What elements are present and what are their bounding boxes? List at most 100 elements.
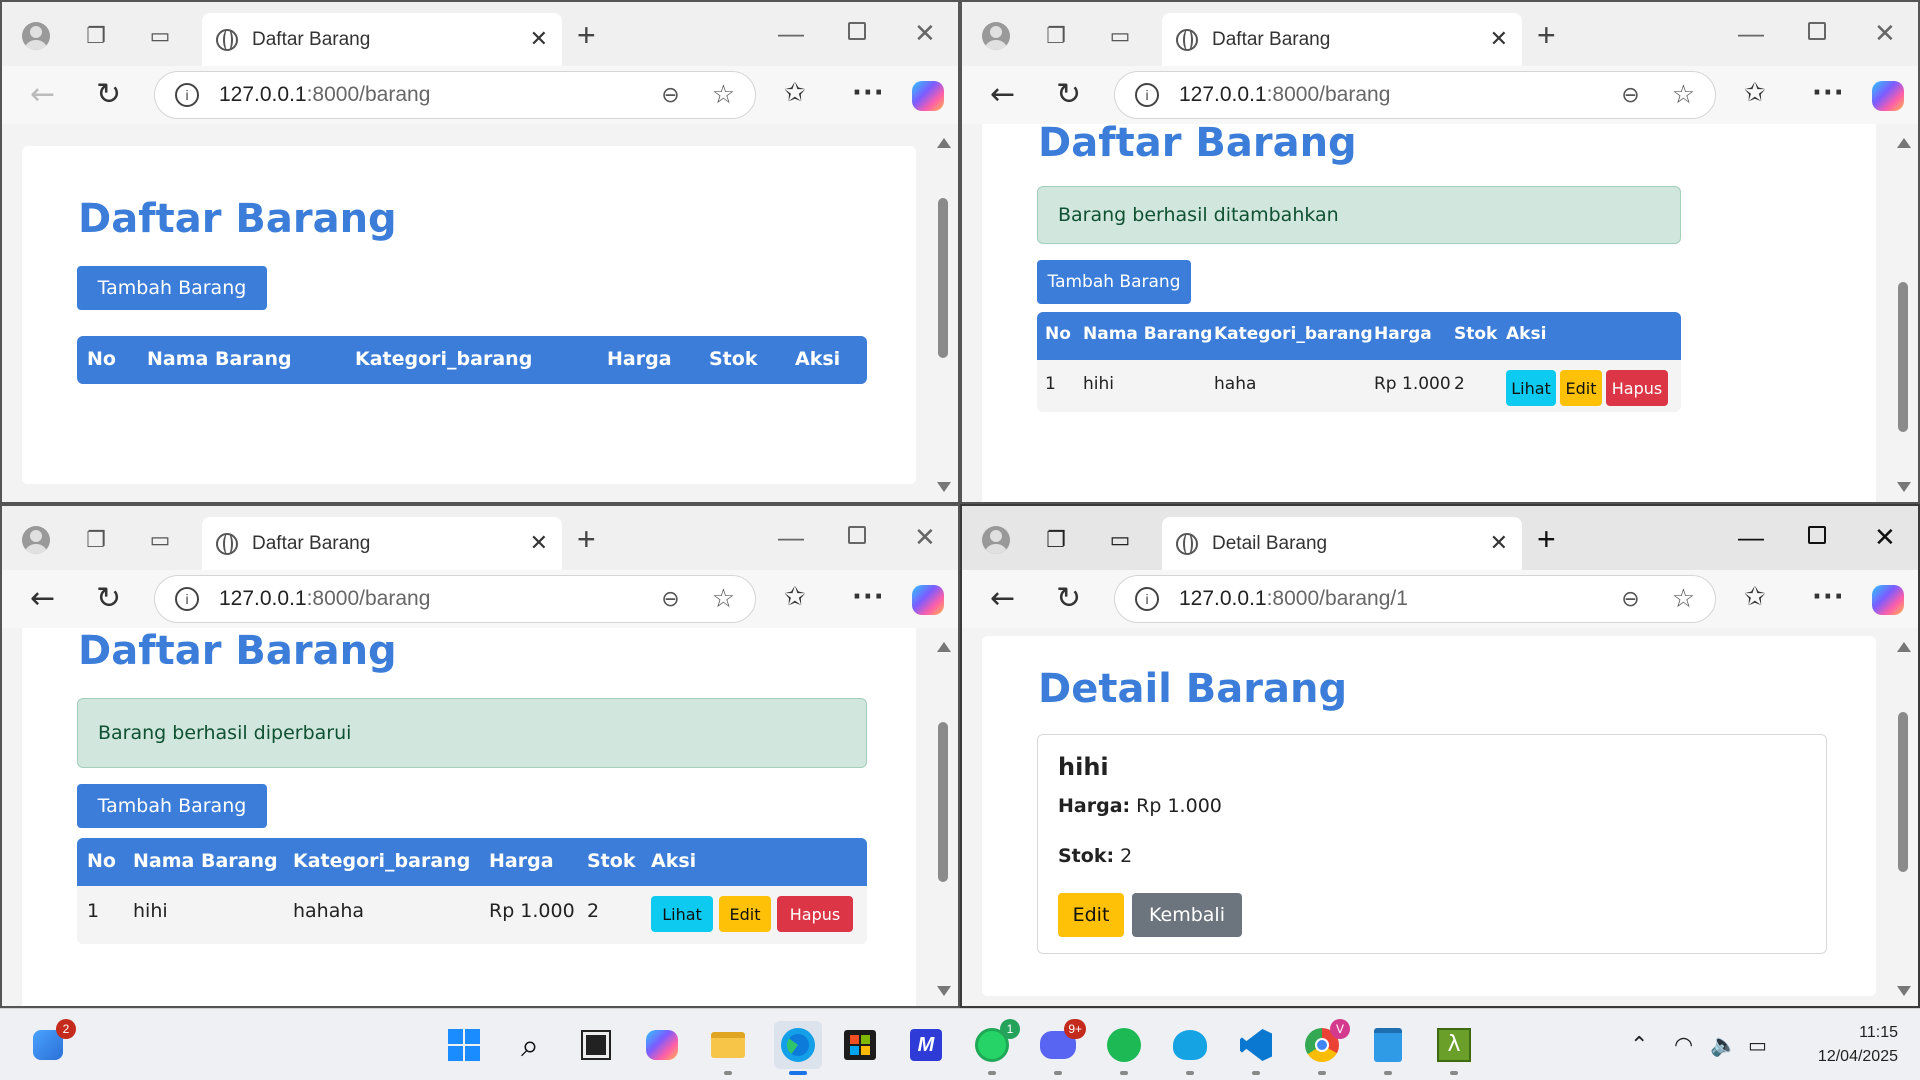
workspaces-icon[interactable]: ❐ — [1040, 524, 1072, 556]
close-tab-icon[interactable]: ✕ — [1490, 531, 1508, 556]
new-tab-icon[interactable]: + — [1537, 523, 1556, 555]
favorites-icon[interactable]: ✩ — [784, 582, 806, 612]
close-window-button[interactable]: ✕ — [914, 18, 936, 49]
lambda-app-icon[interactable]: λ — [1434, 1025, 1474, 1065]
scrollbar[interactable] — [936, 132, 951, 502]
scroll-down-icon[interactable] — [1897, 986, 1911, 996]
tab-actions-icon[interactable]: ▭ — [1104, 20, 1136, 52]
copilot-app-icon[interactable] — [642, 1025, 682, 1065]
wifi-icon[interactable]: ◠ — [1674, 1033, 1693, 1058]
minimize-button[interactable]: — — [1738, 18, 1764, 49]
more-menu-icon[interactable]: ··· — [852, 582, 885, 612]
vscode-icon[interactable] — [1236, 1025, 1276, 1065]
reload-icon[interactable]: ↻ — [1056, 582, 1081, 616]
maximize-button[interactable] — [1808, 22, 1826, 40]
minimize-button[interactable]: — — [778, 18, 804, 49]
scroll-down-icon[interactable] — [937, 986, 951, 996]
minimize-button[interactable]: — — [1738, 522, 1764, 553]
maximize-button[interactable] — [848, 22, 866, 40]
site-info-icon[interactable]: i — [175, 83, 199, 107]
discord-icon[interactable]: 9+ — [1038, 1019, 1086, 1065]
back-icon[interactable]: ← — [990, 582, 1015, 616]
favorite-star-icon[interactable]: ☆ — [712, 584, 735, 614]
more-menu-icon[interactable]: ··· — [1812, 582, 1845, 612]
scroll-up-icon[interactable] — [937, 138, 951, 148]
copilot-icon[interactable] — [912, 81, 944, 111]
scroll-down-icon[interactable] — [937, 482, 951, 492]
edit-button[interactable]: Edit — [1560, 370, 1602, 406]
address-bar[interactable]: i 127.0.0.1:8000/barang ⊖ ☆ — [154, 575, 756, 623]
hapus-button[interactable]: Hapus — [1606, 370, 1668, 406]
hapus-button[interactable]: Hapus — [777, 896, 853, 932]
new-tab-icon[interactable]: + — [577, 523, 596, 555]
more-menu-icon[interactable]: ··· — [1812, 78, 1845, 108]
zoom-icon[interactable]: ⊖ — [1621, 587, 1639, 612]
tab-daftar-barang[interactable]: Daftar Barang ✕ — [1162, 13, 1522, 66]
scrollbar[interactable] — [1896, 636, 1911, 1006]
kembali-button[interactable]: Kembali — [1132, 893, 1242, 937]
zoom-icon[interactable]: ⊖ — [1621, 83, 1639, 108]
scroll-thumb[interactable] — [1898, 282, 1908, 432]
profile-icon[interactable] — [20, 524, 52, 556]
chrome-icon[interactable]: V — [1302, 1019, 1350, 1065]
copilot-icon[interactable] — [1872, 585, 1904, 615]
lihat-button[interactable]: Lihat — [1506, 370, 1556, 406]
address-bar[interactable]: i 127.0.0.1:8000/barang/1 ⊖ ☆ — [1114, 575, 1716, 623]
show-hidden-icons-icon[interactable]: ⌃ — [1630, 1033, 1648, 1058]
back-icon[interactable]: ← — [30, 582, 55, 616]
workspaces-icon[interactable]: ❐ — [80, 524, 112, 556]
microsoft-store-icon[interactable] — [840, 1025, 880, 1065]
new-tab-icon[interactable]: + — [577, 19, 596, 51]
favorites-icon[interactable]: ✩ — [1744, 78, 1766, 108]
zoom-icon[interactable]: ⊖ — [661, 587, 679, 612]
tab-actions-icon[interactable]: ▭ — [1104, 524, 1136, 556]
scrollbar[interactable] — [1896, 132, 1911, 502]
back-icon[interactable]: ← — [30, 78, 55, 112]
new-tab-icon[interactable]: + — [1537, 19, 1556, 51]
copilot-icon[interactable] — [1872, 81, 1904, 111]
reload-icon[interactable]: ↻ — [96, 582, 121, 616]
clock[interactable]: 11:15 12/04/2025 — [1818, 1021, 1898, 1069]
address-bar[interactable]: i 127.0.0.1:8000/barang ⊖ ☆ — [154, 71, 756, 119]
close-window-button[interactable]: ✕ — [914, 522, 936, 553]
url-text[interactable]: 127.0.0.1:8000/barang/1 — [1179, 587, 1621, 611]
back-icon[interactable]: ← — [990, 78, 1015, 112]
favorite-star-icon[interactable]: ☆ — [712, 80, 735, 110]
scroll-thumb[interactable] — [1898, 712, 1908, 872]
scrollbar[interactable] — [936, 636, 951, 1006]
scroll-thumb[interactable] — [938, 198, 948, 358]
copilot-icon[interactable] — [912, 585, 944, 615]
favorite-star-icon[interactable]: ☆ — [1672, 584, 1695, 614]
close-window-button[interactable]: ✕ — [1874, 522, 1896, 553]
site-info-icon[interactable]: i — [175, 587, 199, 611]
maximize-button[interactable] — [1808, 526, 1826, 544]
zoom-icon[interactable]: ⊖ — [661, 83, 679, 108]
close-tab-icon[interactable]: ✕ — [1490, 27, 1508, 52]
profile-icon[interactable] — [980, 524, 1012, 556]
close-tab-icon[interactable]: ✕ — [530, 531, 548, 556]
site-info-icon[interactable]: i — [1135, 83, 1159, 107]
maximize-button[interactable] — [848, 526, 866, 544]
edit-button[interactable]: Edit — [1058, 893, 1124, 937]
close-window-button[interactable]: ✕ — [1874, 18, 1896, 49]
edge-icon[interactable] — [774, 1021, 822, 1069]
reload-icon[interactable]: ↻ — [1056, 78, 1081, 112]
notepad-icon[interactable] — [1368, 1025, 1408, 1065]
tab-daftar-barang[interactable]: Daftar Barang ✕ — [202, 517, 562, 570]
lihat-button[interactable]: Lihat — [651, 896, 713, 932]
profile-icon[interactable] — [980, 20, 1012, 52]
close-tab-icon[interactable]: ✕ — [530, 27, 548, 52]
workspaces-icon[interactable]: ❐ — [1040, 20, 1072, 52]
vscode-insiders-icon[interactable]: M — [906, 1025, 946, 1065]
favorites-icon[interactable]: ✩ — [784, 78, 806, 108]
scroll-up-icon[interactable] — [937, 642, 951, 652]
url-text[interactable]: 127.0.0.1:8000/barang — [219, 83, 661, 107]
tambah-barang-button[interactable]: Tambah Barang — [77, 784, 267, 828]
tab-actions-icon[interactable]: ▭ — [144, 524, 176, 556]
profile-icon[interactable] — [20, 20, 52, 52]
url-text[interactable]: 127.0.0.1:8000/barang — [219, 587, 661, 611]
tab-detail-barang[interactable]: Detail Barang ✕ — [1162, 517, 1522, 570]
widgets-icon[interactable]: 2 — [28, 1019, 76, 1065]
file-explorer-icon[interactable] — [708, 1025, 748, 1065]
scroll-up-icon[interactable] — [1897, 138, 1911, 148]
